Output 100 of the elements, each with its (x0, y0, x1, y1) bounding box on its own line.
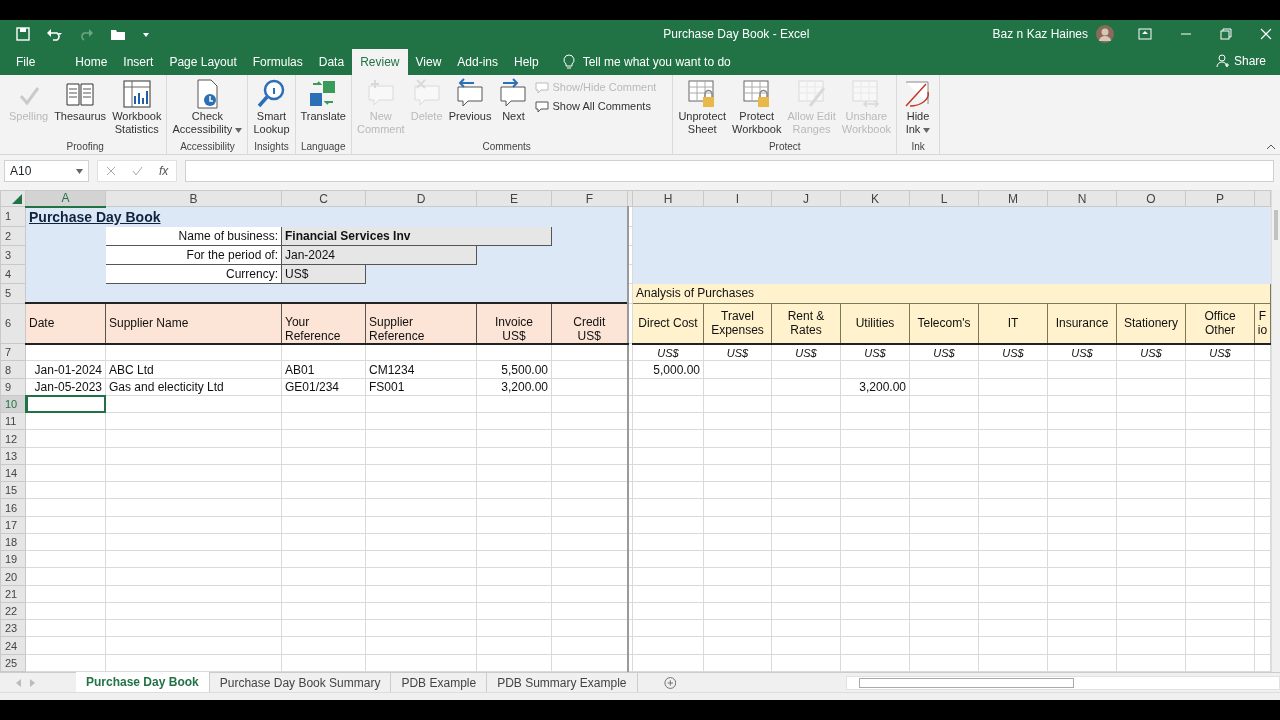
select-all-icon[interactable] (12, 194, 22, 205)
column-letter[interactable]: N (1047, 190, 1117, 207)
group-label: Comments (481, 140, 532, 153)
currency-label: US$ (771, 343, 841, 361)
column-heading: Rent & Rates (771, 303, 841, 344)
share-button[interactable]: Share (1209, 51, 1272, 71)
column-letter[interactable]: C (281, 190, 366, 207)
column-letter[interactable]: K (840, 190, 910, 207)
table-cell: Jan-01-2024 (25, 360, 106, 379)
column-heading: Invoice US$ (476, 303, 552, 344)
table-icon (120, 78, 153, 110)
ribbon-tab[interactable]: Formulas (244, 49, 311, 75)
save-icon[interactable] (16, 27, 30, 41)
table-cell: 3,200.00 (476, 378, 552, 396)
ribbon-button[interactable]: Hide Ink (900, 78, 937, 136)
redo-icon[interactable] (80, 27, 94, 41)
column-letter[interactable]: F (551, 190, 628, 207)
column-heading: Supplier Reference (365, 303, 477, 344)
column-heading: Your Reference (281, 303, 366, 344)
ribbon-tab[interactable]: Add-ins (449, 49, 506, 75)
caret-icon (235, 127, 243, 133)
ribbon-tab[interactable]: View (407, 49, 450, 75)
table-cell: ABC Ltd (105, 360, 282, 379)
ribbon-button[interactable]: Unprotect Sheet (676, 78, 729, 136)
table-cell: FS001 (365, 378, 477, 396)
column-letter[interactable]: E (476, 190, 552, 207)
comment-icon (535, 81, 550, 94)
caret-icon (923, 127, 931, 133)
ribbon-button[interactable]: Show All Comments (533, 97, 659, 116)
column-heading: Office Other (1185, 303, 1255, 344)
ribbon-button[interactable]: Translate (298, 78, 348, 123)
column-heading: Telecom's (909, 303, 979, 344)
cancel-icon[interactable] (106, 166, 116, 176)
ribbon-button[interactable]: Previous (446, 78, 494, 123)
currency-label: US$ (1185, 343, 1255, 361)
lightbulb-icon[interactable] (562, 54, 575, 70)
ribbon-tab[interactable]: Data (310, 49, 353, 75)
column-letter[interactable]: J (771, 190, 841, 207)
vertical-scrollbar[interactable] (1271, 190, 1280, 672)
customize-caret-icon[interactable] (142, 30, 150, 38)
column-heading: Stationery (1116, 303, 1186, 344)
currency-label: US$ (703, 343, 772, 361)
ribbon-tab[interactable]: Review (352, 49, 408, 75)
column-letter[interactable]: H (632, 190, 704, 207)
ribbon-display-icon[interactable] (1138, 28, 1152, 40)
column-heading: Insurance (1047, 303, 1117, 344)
table-cell: Gas and electicity Ltd (105, 378, 282, 396)
person-icon (1215, 54, 1230, 68)
ribbon-tab[interactable]: Home (67, 49, 116, 75)
table-cell: 3,200.00 (840, 378, 910, 396)
column-heading: Utilities (840, 303, 910, 344)
avatar-icon (1096, 25, 1114, 43)
restore-icon[interactable] (1220, 28, 1232, 40)
currency-label: US$ (1116, 343, 1186, 361)
column-letter[interactable]: B (105, 190, 282, 207)
column-heading: Credit US$ (551, 303, 628, 344)
ribbon-tab[interactable]: File (8, 49, 44, 75)
ribbon-button[interactable]: Thesaurus (52, 78, 109, 123)
column-heading: IT (978, 303, 1048, 344)
table-cell: 5,000.00 (632, 360, 704, 379)
close-icon[interactable] (1260, 28, 1272, 40)
group-label: Accessibility (179, 140, 236, 153)
name-box[interactable]: A10 (4, 160, 89, 182)
ribbon-button[interactable]: Smart Lookup (251, 78, 292, 136)
collapse-ribbon-icon[interactable] (1266, 144, 1276, 150)
undo-icon[interactable] (46, 27, 64, 41)
column-letter[interactable]: I (703, 190, 772, 207)
column-heading: Date (25, 303, 106, 344)
ribbon-tab[interactable]: Insert (115, 49, 162, 75)
ribbon-button[interactable]: Protect Workbook (730, 78, 784, 136)
sheet-tab[interactable]: Purchase Day Book (76, 671, 210, 694)
tell-me-field[interactable]: Tell me what you want to do (582, 53, 783, 71)
add-sheet-icon[interactable] (663, 675, 677, 690)
selected-cell[interactable] (25, 395, 106, 413)
currency-label: US$ (978, 343, 1048, 361)
column-letter[interactable]: D (365, 190, 477, 207)
dropdown-caret-icon (76, 168, 83, 174)
horizontal-scrollbar[interactable] (846, 675, 1280, 690)
ribbon-tab[interactable]: Page Layout (161, 49, 245, 75)
column-letter[interactable]: L (909, 190, 979, 207)
column-letter[interactable]: P (1185, 190, 1255, 207)
group-label: Protect (767, 140, 802, 153)
column-letter[interactable]: O (1116, 190, 1186, 207)
table-cell: AB01 (281, 360, 366, 379)
formula-input[interactable] (185, 160, 1274, 182)
column-letter[interactable]: A (25, 190, 106, 207)
column-letter[interactable]: M (978, 190, 1048, 207)
group-label: Insights (253, 140, 290, 153)
insert-function-button[interactable]: fx (159, 162, 169, 180)
table-cell: CM1234 (365, 360, 477, 379)
currency-label: US$ (1047, 343, 1117, 361)
ribbon-button[interactable]: Next (495, 78, 532, 123)
folder-icon[interactable] (110, 27, 126, 41)
column-heading: Travel Expenses (703, 303, 772, 344)
ribbon-button[interactable]: Check Accessibility (170, 78, 245, 136)
table-cell: 5,500.00 (476, 360, 552, 379)
row-number[interactable]: 6 (0, 303, 26, 344)
ribbon-tab[interactable]: Help (506, 49, 547, 75)
name-box-text: A10 (10, 163, 32, 180)
ribbon-button[interactable]: Workbook Statistics (110, 78, 164, 136)
